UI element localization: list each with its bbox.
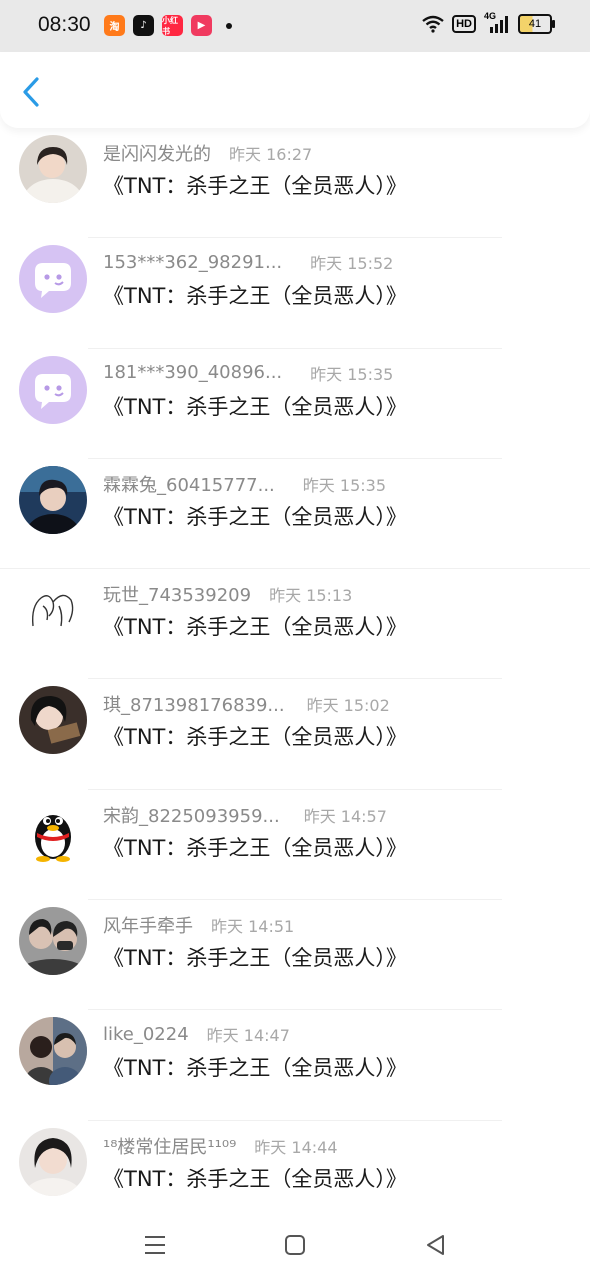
menu-icon[interactable] [142, 1232, 168, 1258]
list-item[interactable]: 玩世_743539209 昨天 15:13 《TNT：杀手之王（全员恶人）》 [0, 569, 590, 680]
list-item[interactable]: like_0224 昨天 14:47 《TNT：杀手之王（全员恶人）》 [0, 1010, 590, 1121]
signal-icon: 4G [484, 11, 510, 33]
timestamp: 昨天 14:47 [206, 1026, 290, 1046]
username[interactable]: 153***362_98291... [103, 252, 282, 273]
avatar[interactable] [19, 135, 87, 203]
xiaohongshu-icon: 小红书 [162, 15, 183, 36]
top-header [0, 52, 590, 128]
avatar[interactable] [19, 796, 87, 865]
comment-text: 《TNT：杀手之王（全员恶人）》 [103, 284, 407, 309]
avatar[interactable] [19, 1017, 87, 1086]
back-triangle-icon[interactable] [423, 1232, 449, 1258]
tiktok-icon: ♪ [133, 15, 154, 36]
username[interactable]: like_0224 [103, 1024, 189, 1045]
comment-text: 《TNT：杀手之王（全员恶人）》 [103, 946, 407, 971]
username[interactable]: 181***390_40896... [103, 362, 282, 383]
list-item[interactable]: 宋韵_8225093959... 昨天 14:57 《TNT：杀手之王（全员恶人）… [0, 790, 590, 901]
username[interactable]: ¹⁸楼常住居民¹¹⁰⁹ [103, 1133, 236, 1159]
chat-bubble-icon [19, 245, 87, 314]
avatar[interactable] [19, 686, 87, 755]
wifi-icon [422, 15, 444, 33]
status-right: HD 4G 41 [422, 11, 555, 34]
comment-text: 《TNT：杀手之王（全员恶人）》 [103, 725, 407, 750]
list-item[interactable]: 琪_871398176839... 昨天 15:02 《TNT：杀手之王（全员恶人… [0, 679, 590, 790]
system-nav-bar [0, 1210, 590, 1280]
list-item[interactable]: 霖霖兔_60415777... 昨天 15:35 《TNT：杀手之王（全员恶人）》 [0, 459, 590, 570]
video-player-icon: ▶ [191, 15, 212, 36]
timestamp: 昨天 14:57 [303, 806, 387, 826]
comment-text: 《TNT：杀手之王（全员恶人）》 [103, 394, 407, 419]
username[interactable]: 是闪闪发光的 [103, 140, 211, 166]
username[interactable]: 风年手牵手 [103, 912, 193, 938]
username[interactable]: 琪_871398176839... [103, 691, 285, 717]
avatar[interactable] [19, 1127, 87, 1196]
timestamp: 昨天 15:35 [310, 364, 394, 384]
username[interactable]: 宋韵_8225093959... [103, 802, 280, 828]
comment-text: 《TNT：杀手之王（全员恶人）》 [103, 1166, 407, 1191]
comment-text: 《TNT：杀手之王（全员恶人）》 [103, 504, 407, 529]
username[interactable]: 玩世_743539209 [103, 581, 251, 607]
timestamp: 昨天 15:13 [269, 586, 353, 606]
comment-list: 是闪闪发光的 昨天 16:27 《TNT：杀手之王（全员恶人）》 153***36… [0, 128, 590, 1231]
list-item[interactable]: 153***362_98291... 昨天 15:52 《TNT：杀手之王（全员恶… [0, 238, 590, 349]
chat-bubble-icon [19, 355, 87, 424]
hd-badge: HD [452, 15, 476, 33]
timestamp: 昨天 14:51 [211, 917, 295, 937]
timestamp: 昨天 15:02 [306, 696, 390, 716]
qq-penguin-icon [19, 796, 87, 865]
avatar[interactable] [19, 576, 87, 645]
timestamp: 昨天 15:52 [310, 254, 394, 274]
comment-text: 《TNT：杀手之王（全员恶人）》 [103, 615, 407, 640]
avatar[interactable] [19, 907, 87, 976]
comment-text: 《TNT：杀手之王（全员恶人）》 [103, 174, 407, 198]
avatar[interactable] [19, 465, 87, 534]
chevron-left-icon[interactable] [18, 76, 46, 108]
notification-icons: 淘 ♪ 小红书 ▶ [104, 15, 232, 36]
more-notifications-dot [226, 22, 232, 29]
home-square-icon[interactable] [282, 1232, 308, 1258]
comment-text: 《TNT：杀手之王（全员恶人）》 [103, 835, 407, 860]
list-item[interactable]: 风年手牵手 昨天 14:51 《TNT：杀手之王（全员恶人）》 [0, 900, 590, 1011]
taobao-icon: 淘 [104, 15, 125, 36]
status-bar: 08:30 淘 ♪ 小红书 ▶ HD 4G 41 [0, 0, 590, 52]
avatar[interactable] [19, 355, 87, 424]
status-time: 08:30 [38, 13, 91, 36]
username[interactable]: 霖霖兔_60415777... [103, 471, 275, 497]
list-item[interactable]: 是闪闪发光的 昨天 16:27 《TNT：杀手之王（全员恶人）》 [0, 128, 590, 239]
list-item[interactable]: 181***390_40896... 昨天 15:35 《TNT：杀手之王（全员恶… [0, 349, 590, 459]
timestamp: 昨天 15:35 [302, 475, 386, 495]
comment-text: 《TNT：杀手之王（全员恶人）》 [103, 1056, 407, 1081]
avatar[interactable] [19, 245, 87, 314]
timestamp: 昨天 16:27 [229, 145, 313, 164]
battery-icon: 41 [518, 14, 555, 34]
timestamp: 昨天 14:44 [254, 1137, 338, 1157]
